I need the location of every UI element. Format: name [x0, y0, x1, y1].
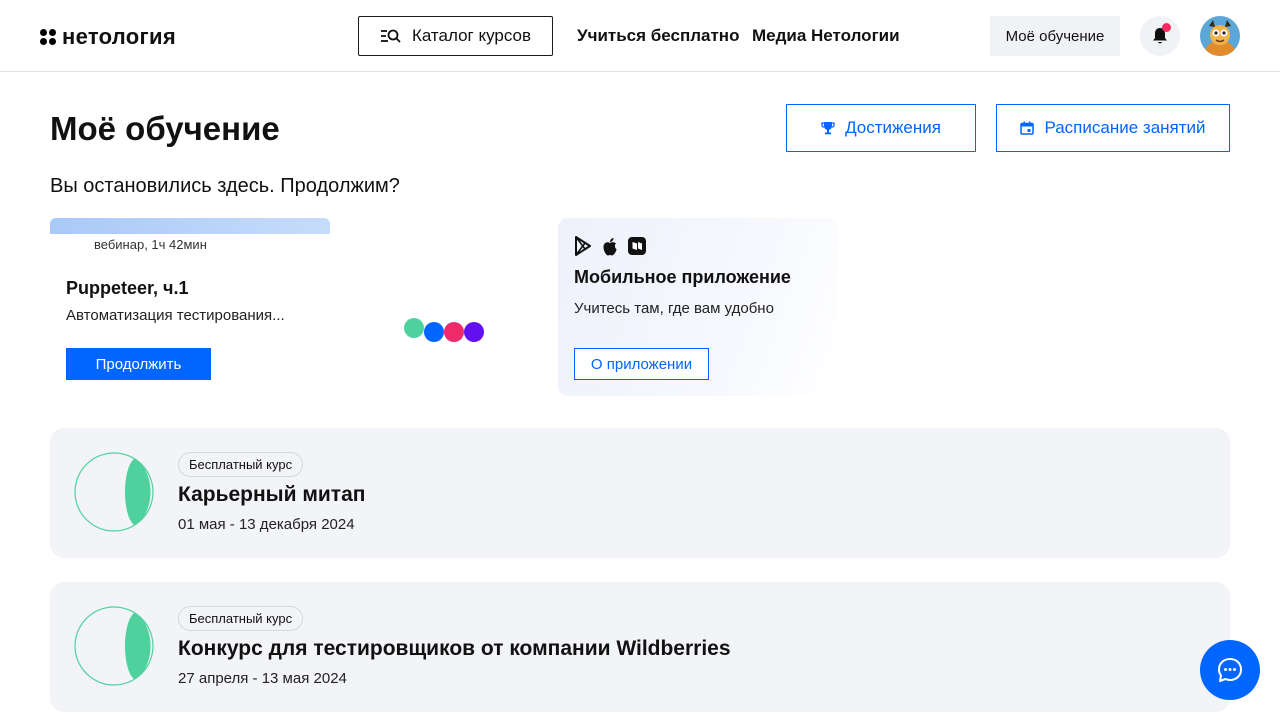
logo-mark-icon: [40, 29, 56, 45]
event-title: Конкурс для тестировщиков от компании Wi…: [178, 637, 731, 660]
free-course-badge: Бесплатный курс: [178, 606, 304, 631]
page-title: Моё обучение: [50, 110, 280, 147]
rustore-icon[interactable]: [628, 237, 646, 255]
chat-bubble-icon: [1218, 658, 1242, 682]
nav-media[interactable]: Медиа Нетологии: [752, 26, 900, 46]
catalog-search-icon: [380, 29, 401, 43]
catalog-button[interactable]: Каталог курсов: [358, 16, 553, 56]
catalog-label: Каталог курсов: [411, 26, 532, 45]
nav-free-learning[interactable]: Учиться бесплатно: [577, 26, 739, 46]
loading-dots: [404, 318, 484, 342]
schedule-label: Расписание занятий: [1044, 118, 1206, 137]
continue-course-card: вебинар, 1ч 42мин Puppeteer, ч.1 Автомат…: [50, 218, 330, 388]
event-card-wildberries-contest[interactable]: Бесплатный курс Конкурс для тестировщико…: [50, 582, 1230, 712]
free-course-badge: Бесплатный курс: [178, 452, 304, 477]
achievements-button[interactable]: Достижения: [786, 104, 976, 152]
netology-logo[interactable]: нетология: [40, 24, 176, 50]
notifications-button[interactable]: [1140, 16, 1180, 56]
trophy-icon: [821, 122, 835, 135]
loader-dot-blue: [424, 322, 444, 342]
course-description: Автоматизация тестирования...: [66, 307, 285, 324]
continue-subtitle: Вы остановились здесь. Продолжим?: [50, 175, 400, 197]
schedule-button[interactable]: Расписание занятий: [996, 104, 1230, 152]
about-app-button[interactable]: О приложении: [574, 348, 709, 380]
course-circles-icon: [74, 606, 154, 686]
app-description: Учитесь там, где вам удобно: [574, 300, 774, 317]
store-icons: [574, 236, 646, 256]
top-header: нетология Каталог курсов Учиться бесплат…: [0, 0, 1280, 72]
event-dates: 27 апреля - 13 мая 2024: [178, 670, 347, 687]
user-avatar[interactable]: [1200, 16, 1240, 56]
calendar-icon: [1020, 121, 1035, 135]
event-dates: 01 мая - 13 декабря 2024: [178, 516, 355, 533]
event-title: Карьерный митап: [178, 483, 366, 506]
course-title: Puppeteer, ч.1: [66, 278, 189, 298]
continue-button[interactable]: Продолжить: [66, 348, 211, 380]
support-chat-button[interactable]: [1200, 640, 1260, 700]
achievements-label: Достижения: [845, 118, 941, 137]
apple-icon[interactable]: [602, 237, 618, 256]
logo-text: нетология: [62, 24, 176, 49]
mobile-app-card: Мобильное приложение Учитесь там, где ва…: [558, 218, 838, 396]
course-meta: вебинар, 1ч 42мин: [94, 237, 207, 252]
card-progress-bar: [50, 218, 330, 234]
loader-dot-purple: [464, 322, 484, 342]
loader-dot-green: [404, 318, 424, 338]
course-circles-icon: [74, 452, 154, 532]
app-title: Мобильное приложение: [574, 267, 791, 287]
notification-dot: [1162, 23, 1171, 32]
avatar-image-icon: [1200, 16, 1240, 56]
my-learning-button[interactable]: Моё обучение: [990, 16, 1120, 56]
google-play-icon[interactable]: [574, 236, 592, 256]
event-card-career-meetup[interactable]: Бесплатный курс Карьерный митап 01 мая -…: [50, 428, 1230, 558]
loader-dot-pink: [444, 322, 464, 342]
